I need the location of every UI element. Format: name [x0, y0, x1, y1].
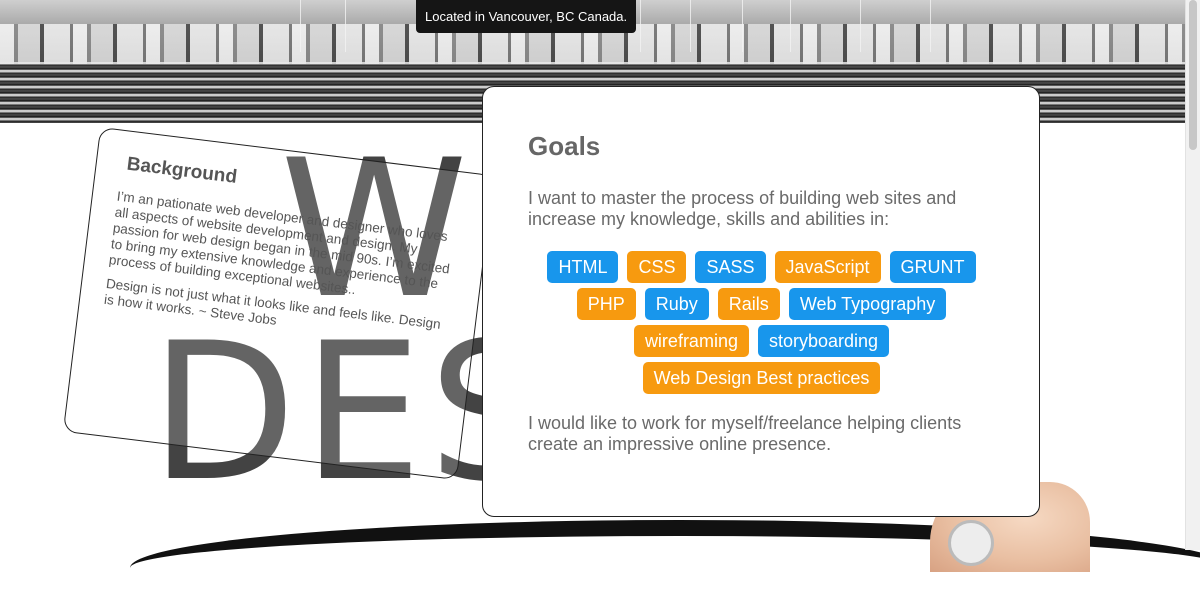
skill-tag[interactable]: JavaScript	[774, 251, 881, 283]
skill-tag[interactable]: Rails	[717, 288, 780, 320]
skill-tag[interactable]: CSS	[627, 251, 687, 283]
goals-card-intro: I want to master the process of building…	[528, 188, 957, 229]
skill-tag[interactable]: GRUNT	[889, 251, 976, 283]
hero-mast	[742, 0, 743, 52]
skill-tag-list: HTML CSS SASS JavaScript GRUNT PHP Ruby …	[528, 251, 995, 394]
hero-mast	[640, 0, 641, 52]
skill-tag[interactable]: Web Design Best practices	[642, 362, 881, 394]
skill-tag[interactable]: Ruby	[644, 288, 709, 320]
skill-tag[interactable]: PHP	[576, 288, 636, 320]
scrollbar-thumb[interactable]	[1189, 0, 1197, 150]
hero-mast	[345, 0, 346, 52]
skill-tag[interactable]: storyboarding	[757, 325, 890, 357]
goals-card[interactable]: Goals I want to master the process of bu…	[482, 86, 1040, 517]
skill-tag[interactable]: wireframing	[633, 325, 749, 357]
hero-mast	[930, 0, 931, 52]
artwork-pen-cap	[948, 520, 994, 566]
hero-mast	[300, 0, 301, 52]
hero-mast	[690, 0, 691, 52]
skill-tag[interactable]: Web Typography	[788, 288, 947, 320]
skill-tag[interactable]: HTML	[547, 251, 619, 283]
hero-mast	[790, 0, 791, 52]
hero-mast	[860, 0, 861, 52]
background-card[interactable]: Background I’m an pationate web develope…	[62, 126, 495, 481]
location-tooltip: Located in Vancouver, BC Canada.	[416, 0, 637, 33]
goals-card-title: Goals	[528, 131, 601, 161]
skill-tag[interactable]: SASS	[695, 251, 766, 283]
goals-card-outro: I would like to work for myself/freelanc…	[528, 413, 962, 454]
page-scrollbar[interactable]	[1185, 0, 1200, 550]
